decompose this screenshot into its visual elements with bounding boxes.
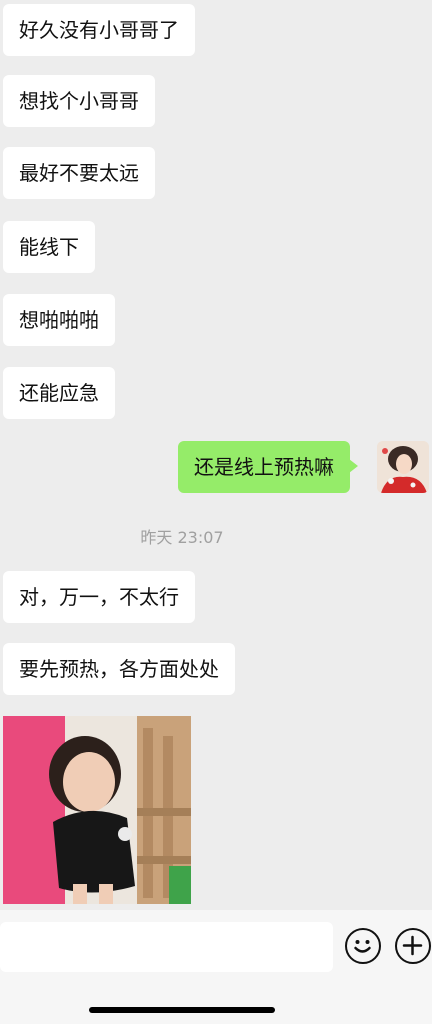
message-text: 能线下 <box>19 235 79 259</box>
message-bubble[interactable]: 要先预热，各方面处处 <box>3 643 235 695</box>
message-bubble-outgoing[interactable]: 还是线上预热嘛 <box>178 441 358 493</box>
plus-icon[interactable] <box>395 928 431 964</box>
smiley-icon[interactable] <box>345 928 381 964</box>
home-indicator <box>89 1007 275 1013</box>
avatar[interactable] <box>377 441 429 493</box>
message-text: 想啪啪啪 <box>19 308 99 332</box>
message-bubble[interactable]: 想啪啪啪 <box>3 294 115 346</box>
sticker-image[interactable] <box>3 716 191 904</box>
message-text: 好久没有小哥哥了 <box>19 18 179 42</box>
message-bubble[interactable]: 好久没有小哥哥了 <box>3 4 195 56</box>
message-bubble[interactable]: 想找个小哥哥 <box>3 75 155 127</box>
message-input[interactable] <box>0 922 333 972</box>
message-bubble[interactable]: 对，万一，不太行 <box>3 571 195 623</box>
message-bubble[interactable]: 能线下 <box>3 221 95 273</box>
chat-area: 好久没有小哥哥了 想找个小哥哥 最好不要太远 能线下 想啪啪啪 还能应急 还是线… <box>0 0 432 910</box>
message-text: 对，万一，不太行 <box>19 585 179 609</box>
timestamp: 昨天 23:07 <box>140 528 224 547</box>
message-text: 要先预热，各方面处处 <box>19 657 219 681</box>
message-bubble[interactable]: 还能应急 <box>3 367 115 419</box>
message-text: 想找个小哥哥 <box>19 89 139 113</box>
message-text: 还是线上预热嘛 <box>194 455 334 479</box>
message-text: 最好不要太远 <box>19 161 139 185</box>
message-text: 还能应急 <box>19 381 99 405</box>
message-bubble[interactable]: 最好不要太远 <box>3 147 155 199</box>
